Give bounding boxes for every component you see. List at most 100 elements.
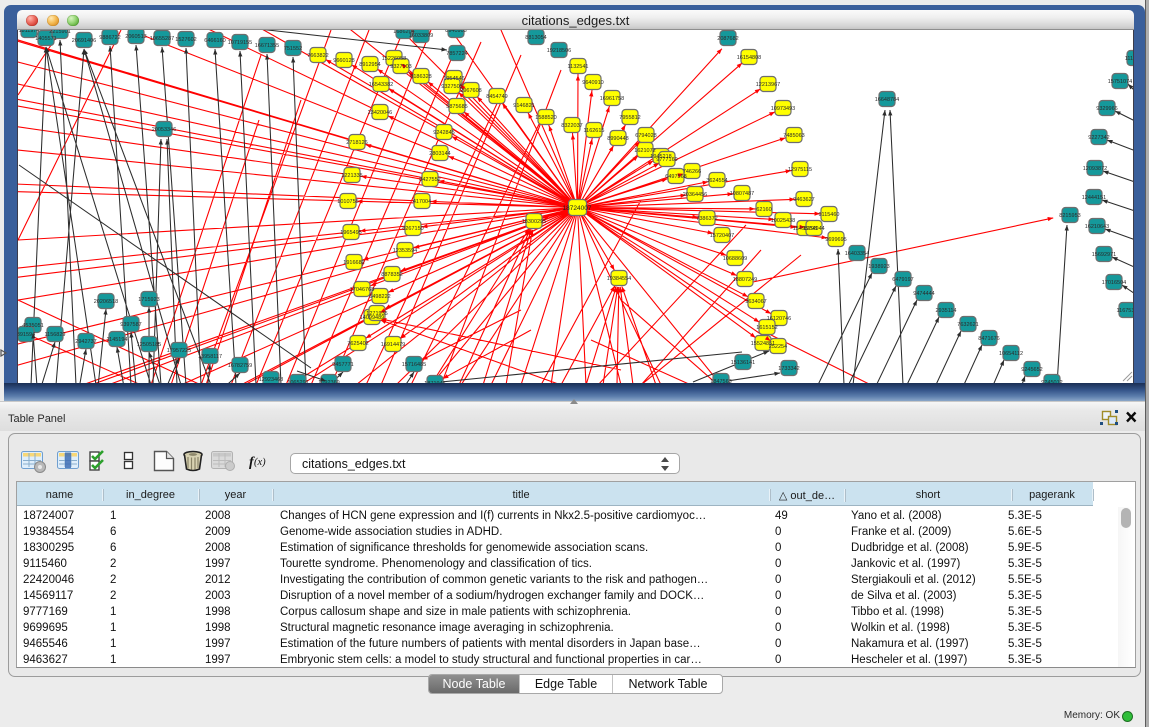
svg-text:10973493: 10973493 bbox=[771, 106, 795, 112]
svg-text:7663822: 7663822 bbox=[307, 53, 328, 59]
svg-text:6497568: 6497568 bbox=[665, 174, 686, 180]
svg-text:8878352: 8878352 bbox=[381, 272, 402, 278]
svg-text:6794028: 6794028 bbox=[635, 133, 656, 139]
svg-text:17046768: 17046768 bbox=[350, 287, 374, 293]
svg-text:417004: 417004 bbox=[413, 199, 431, 205]
svg-text:7632621: 7632621 bbox=[957, 322, 978, 328]
svg-text:16033809: 16033809 bbox=[409, 33, 433, 39]
svg-text:391594: 391594 bbox=[18, 332, 35, 338]
svg-text:2935114: 2935114 bbox=[935, 308, 956, 314]
svg-text:12444151: 12444151 bbox=[1082, 195, 1106, 201]
svg-text:1811974: 1811974 bbox=[18, 30, 39, 34]
svg-text:1167533: 1167533 bbox=[1116, 308, 1134, 314]
svg-text:1965495: 1965495 bbox=[340, 230, 361, 236]
svg-text:6479197: 6479197 bbox=[892, 277, 913, 283]
svg-text:12975115: 12975115 bbox=[788, 167, 812, 173]
svg-text:1145194: 1145194 bbox=[106, 337, 127, 343]
svg-text:9242845: 9242845 bbox=[433, 130, 454, 136]
svg-text:10654112: 10654112 bbox=[999, 351, 1023, 357]
svg-text:1156829: 1156829 bbox=[44, 332, 65, 338]
svg-text:1938923: 1938923 bbox=[868, 264, 889, 270]
svg-text:1588520: 1588520 bbox=[535, 115, 556, 121]
svg-text:16961758: 16961758 bbox=[600, 96, 624, 102]
svg-text:1162615: 1162615 bbox=[583, 128, 604, 134]
svg-text:8215953: 8215953 bbox=[1059, 213, 1080, 219]
svg-text:1112284: 1112284 bbox=[1125, 56, 1134, 62]
svg-text:9777169: 9777169 bbox=[656, 157, 677, 163]
svg-text:2803144: 2803144 bbox=[429, 151, 450, 157]
svg-text:19218506: 19218506 bbox=[547, 48, 571, 54]
svg-text:1010755: 1010755 bbox=[337, 199, 358, 205]
svg-text:7485063: 7485063 bbox=[783, 133, 804, 139]
svg-text:10807487: 10807487 bbox=[730, 191, 754, 197]
svg-text:16120746: 16120746 bbox=[767, 316, 791, 322]
svg-text:15720407: 15720407 bbox=[710, 233, 734, 239]
svg-text:10688609: 10688609 bbox=[723, 256, 747, 262]
svg-text:8186328: 8186328 bbox=[410, 74, 431, 80]
svg-text:1132541: 1132541 bbox=[567, 64, 588, 70]
svg-text:1733342: 1733342 bbox=[778, 366, 799, 372]
svg-text:2060513: 2060513 bbox=[125, 34, 146, 40]
svg-text:20206518: 20206518 bbox=[94, 299, 118, 305]
svg-text:7955812: 7955812 bbox=[619, 115, 640, 121]
svg-text:10655287: 10655287 bbox=[150, 36, 174, 42]
svg-text:9397587: 9397587 bbox=[120, 322, 141, 328]
svg-text:9463627: 9463627 bbox=[793, 197, 814, 203]
svg-text:16648784: 16648784 bbox=[875, 97, 899, 103]
svg-text:18300295: 18300295 bbox=[522, 219, 546, 225]
svg-text:9886722: 9886722 bbox=[99, 35, 120, 41]
svg-text:9245652: 9245652 bbox=[1021, 367, 1042, 373]
svg-text:9327503: 9327503 bbox=[390, 64, 411, 70]
svg-text:1715923: 1715923 bbox=[138, 297, 159, 303]
svg-text:1615152: 1615152 bbox=[756, 325, 777, 331]
svg-text:7857224: 7857224 bbox=[446, 51, 467, 57]
svg-text:8471676: 8471676 bbox=[978, 336, 999, 342]
svg-text:15136141: 15136141 bbox=[731, 360, 755, 366]
svg-text:9457771: 9457771 bbox=[332, 362, 353, 368]
svg-text:2215901: 2215901 bbox=[49, 30, 70, 35]
svg-text:751552: 751552 bbox=[284, 46, 302, 52]
svg-text:9660128: 9660128 bbox=[333, 58, 354, 64]
svg-text:1954944: 1954944 bbox=[803, 226, 824, 232]
svg-text:9227342: 9227342 bbox=[1088, 135, 1109, 141]
svg-text:10025438: 10025438 bbox=[771, 218, 795, 224]
svg-text:7625402: 7625402 bbox=[347, 341, 368, 347]
svg-text:15716485: 15716485 bbox=[402, 362, 426, 368]
svg-text:16543382: 16543382 bbox=[369, 82, 393, 88]
svg-text:7386372: 7386372 bbox=[696, 216, 717, 222]
svg-text:16403354: 16403354 bbox=[845, 251, 869, 257]
svg-text:4535051: 4535051 bbox=[22, 323, 43, 329]
svg-text:2087682: 2087682 bbox=[717, 36, 738, 42]
svg-text:8454749: 8454749 bbox=[486, 94, 507, 100]
svg-text:9699695: 9699695 bbox=[825, 237, 846, 243]
svg-text:15751074: 15751074 bbox=[1108, 79, 1132, 85]
svg-text:2942737: 2942737 bbox=[75, 339, 96, 345]
svg-text:5875685: 5875685 bbox=[446, 104, 467, 110]
svg-text:15692971: 15692971 bbox=[1092, 252, 1116, 258]
svg-text:23420046: 23420046 bbox=[368, 110, 392, 116]
svg-text:16782759: 16782759 bbox=[228, 363, 252, 369]
svg-text:12353594: 12353594 bbox=[393, 248, 417, 254]
svg-text:20691406: 20691406 bbox=[72, 38, 96, 44]
svg-text:2718126: 2718126 bbox=[346, 140, 367, 146]
svg-text:9634067: 9634067 bbox=[745, 299, 766, 305]
svg-text:16154808: 16154808 bbox=[737, 55, 761, 61]
svg-text:9146821: 9146821 bbox=[513, 103, 534, 109]
svg-text:8267150: 8267150 bbox=[402, 226, 423, 232]
svg-text:1221335: 1221335 bbox=[341, 173, 362, 179]
svg-text:10719155: 10719155 bbox=[228, 40, 252, 46]
svg-text:20364456: 20364456 bbox=[683, 192, 707, 198]
svg-text:9474444: 9474444 bbox=[913, 291, 934, 297]
svg-text:1954546: 1954546 bbox=[443, 76, 464, 82]
svg-text:9329966: 9329966 bbox=[1096, 106, 1117, 112]
svg-text:1405571: 1405571 bbox=[35, 36, 56, 42]
svg-text:16914479: 16914479 bbox=[381, 342, 405, 348]
svg-text:252254: 252254 bbox=[769, 344, 787, 350]
svg-text:12093872: 12093872 bbox=[1083, 166, 1107, 172]
svg-text:6466160: 6466160 bbox=[204, 38, 225, 44]
svg-text:8427552: 8427552 bbox=[419, 177, 440, 183]
svg-text:8990448: 8990448 bbox=[607, 136, 628, 142]
svg-text:13958117: 13958117 bbox=[198, 354, 222, 360]
svg-text:18724007: 18724007 bbox=[563, 205, 592, 212]
svg-text:8940903: 8940903 bbox=[445, 30, 466, 34]
